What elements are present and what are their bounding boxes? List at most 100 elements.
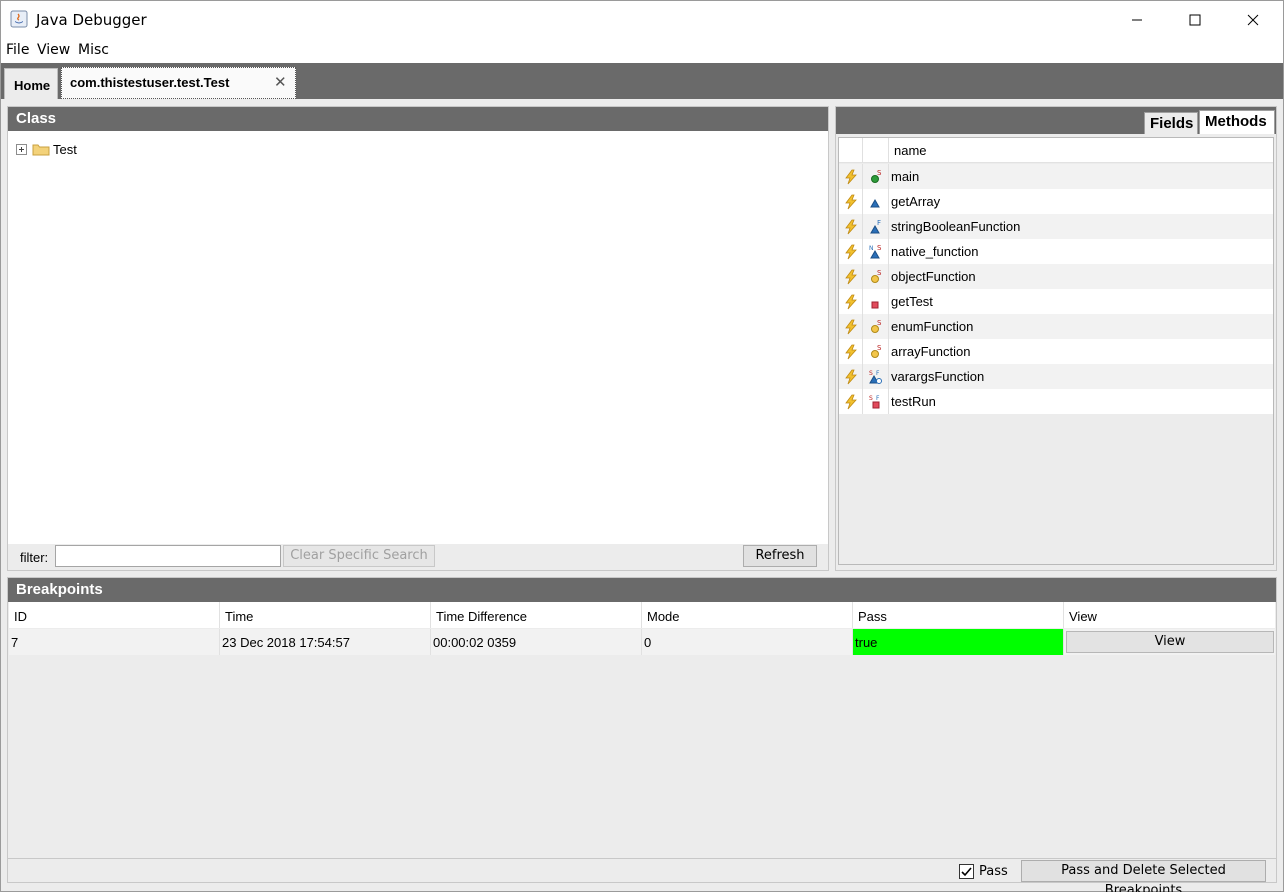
method-name: arrayFunction [891, 344, 971, 359]
expand-icon[interactable] [16, 143, 27, 155]
method-row[interactable]: N Snative_function [839, 239, 1273, 264]
java-debugger-window: Java Debugger File View Misc Home com.th… [0, 0, 1284, 892]
tree-node-test[interactable]: Test [16, 140, 77, 158]
menu-file[interactable]: File [6, 42, 29, 58]
breakpoint-lightning-icon[interactable] [839, 364, 863, 389]
checkmark-icon [961, 867, 972, 877]
svg-text:S: S [877, 244, 882, 252]
method-name: varargsFunction [891, 369, 985, 384]
maximize-button[interactable] [1166, 1, 1224, 39]
filter-label: filter: [20, 550, 49, 565]
filter-input[interactable] [55, 545, 281, 567]
close-button[interactable] [1224, 1, 1282, 39]
column-header-view[interactable]: View [1064, 602, 1275, 628]
default-final-method-icon: F [863, 214, 889, 239]
cell-pass: true [853, 629, 1064, 655]
method-row[interactable]: getArray [839, 189, 1273, 214]
svg-text:S: S [877, 269, 882, 277]
tab-active-class[interactable]: com.thistestuser.test.Test ✕ [61, 67, 296, 99]
method-row[interactable]: S FtestRun [839, 389, 1273, 414]
breakpoint-lightning-icon[interactable] [839, 314, 863, 339]
view-button[interactable]: View [1066, 631, 1274, 653]
cell-id: 7 [9, 629, 220, 655]
breakpoint-lightning-icon[interactable] [839, 264, 863, 289]
svg-text:S: S [869, 370, 873, 377]
tab-methods[interactable]: Methods [1199, 110, 1275, 134]
breakpoint-lightning-icon[interactable] [839, 339, 863, 364]
tab-fields[interactable]: Fields [1144, 112, 1198, 134]
breakpoints-panel-header: Breakpoints [8, 578, 1276, 602]
svg-text:N: N [869, 245, 874, 252]
method-name: testRun [891, 394, 936, 409]
method-name: objectFunction [891, 269, 976, 284]
breakpoint-lightning-icon[interactable] [839, 189, 863, 214]
method-name: stringBooleanFunction [891, 219, 1021, 234]
pass-checkbox-label: Pass [979, 864, 1008, 879]
main-content: Class Test filter: Clear Specific Search… [1, 99, 1283, 892]
pass-checkbox[interactable] [959, 864, 974, 879]
breakpoints-table-header: ID Time Time Difference Mode Pass View [9, 602, 1275, 628]
menu-misc[interactable]: Misc [78, 42, 109, 58]
protected-static-method-icon: S [863, 314, 889, 339]
breakpoint-lightning-icon[interactable] [839, 214, 863, 239]
protected-static-method-icon: S [863, 339, 889, 364]
method-name: main [891, 169, 920, 184]
method-row[interactable]: SarrayFunction [839, 339, 1273, 364]
tab-close-icon[interactable]: ✕ [274, 73, 287, 91]
menu-bar: File View Misc [1, 39, 1283, 63]
breakpoints-panel: Breakpoints ID Time Time Difference Mode… [7, 577, 1277, 892]
methods-panel: Fields Methods name Smain getArray Fstring… [835, 106, 1277, 571]
column-header-pass[interactable]: Pass [853, 602, 1064, 628]
column-header-time-difference[interactable]: Time Difference [431, 602, 642, 628]
tab-home[interactable]: Home [4, 68, 58, 99]
minimize-icon [1132, 19, 1142, 21]
method-name: getTest [891, 294, 933, 309]
tab-strip: Home com.thistestuser.test.Test ✕ [1, 63, 1283, 99]
private-static-final-method-icon: SF [863, 389, 889, 414]
column-header-name[interactable]: name [894, 138, 927, 163]
svg-text:S: S [877, 169, 882, 177]
breakpoint-lightning-icon[interactable] [839, 164, 863, 189]
methods-table-header: name [839, 138, 1273, 163]
svg-text:F: F [877, 219, 881, 227]
svg-text:F: F [876, 370, 880, 377]
class-panel: Class Test filter: Clear Specific Search… [7, 106, 829, 571]
protected-static-method-icon: S [863, 264, 889, 289]
refresh-button[interactable]: Refresh [743, 545, 817, 567]
filter-bar: filter: Clear Specific Search Refresh [8, 544, 828, 570]
tab-active-class-label: com.thistestuser.test.Test [70, 75, 230, 90]
svg-text:S: S [877, 344, 882, 352]
close-icon [1247, 14, 1259, 26]
method-row[interactable]: S FvarargsFunction [839, 364, 1273, 389]
breakpoint-lightning-icon[interactable] [839, 289, 863, 314]
method-name: enumFunction [891, 319, 974, 334]
folder-icon [32, 144, 50, 156]
breakpoint-lightning-icon[interactable] [839, 239, 863, 264]
column-header-mode[interactable]: Mode [642, 602, 853, 628]
cell-view: View [1064, 629, 1275, 655]
breakpoint-lightning-icon[interactable] [839, 389, 863, 414]
method-row[interactable]: SobjectFunction [839, 264, 1273, 289]
minimize-button[interactable] [1108, 1, 1166, 39]
svg-text:S: S [877, 319, 882, 327]
method-row[interactable]: Smain [839, 164, 1273, 189]
svg-text:F: F [876, 395, 880, 402]
cell-mode: 0 [642, 629, 853, 655]
default-static-final-synchronized-method-icon: SF [863, 364, 889, 389]
column-header-id[interactable]: ID [9, 602, 220, 628]
maximize-icon [1189, 14, 1201, 26]
method-row[interactable]: getTest [839, 289, 1273, 314]
column-header-time[interactable]: Time [220, 602, 431, 628]
java-app-icon [10, 10, 28, 28]
cell-time: 23 Dec 2018 17:54:57 [220, 629, 431, 655]
menu-view[interactable]: View [37, 42, 70, 58]
clear-specific-search-button[interactable]: Clear Specific Search [283, 545, 435, 567]
private-method-icon [863, 289, 889, 314]
pass-and-delete-button[interactable]: Pass and Delete Selected Breakpoints [1021, 860, 1266, 892]
method-row[interactable]: FstringBooleanFunction [839, 214, 1273, 239]
table-row[interactable]: 7 23 Dec 2018 17:54:57 00:00:02 0359 0 t… [9, 629, 1275, 655]
public-static-method-icon: S [863, 164, 889, 189]
breakpoints-table: ID Time Time Difference Mode Pass View 7… [9, 602, 1275, 860]
method-row[interactable]: SenumFunction [839, 314, 1273, 339]
tree-node-label: Test [53, 141, 77, 157]
